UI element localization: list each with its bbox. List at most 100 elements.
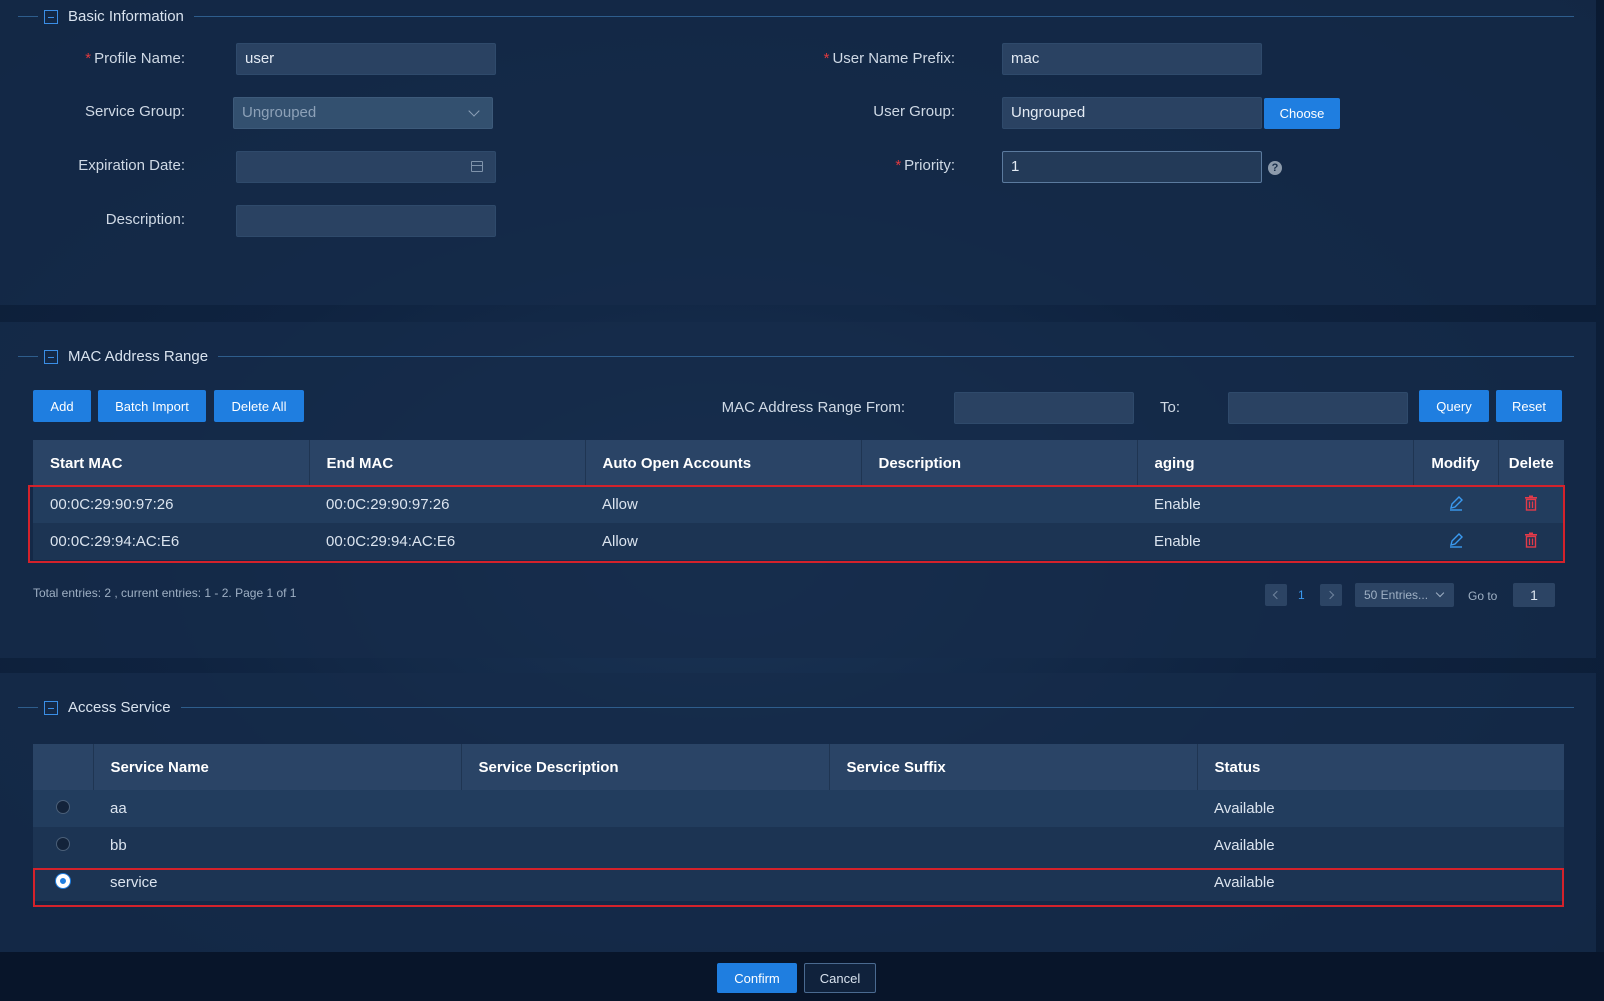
access-service-panel: Access Service Service Name Service Desc… <box>0 673 1596 952</box>
expiration-date-input[interactable] <box>236 151 496 183</box>
add-button[interactable]: Add <box>33 390 91 422</box>
goto-label: Go to <box>1468 589 1498 603</box>
basic-information-header: Basic Information <box>18 8 1574 25</box>
profile-name-input[interactable]: user <box>236 43 496 75</box>
collapse-icon[interactable] <box>44 349 58 364</box>
chevron-down-icon <box>1435 588 1445 598</box>
help-icon[interactable]: ? <box>1268 161 1282 175</box>
modify-cell <box>1413 486 1498 523</box>
section-title: Basic Information <box>68 8 184 25</box>
access-service-header: Access Service <box>18 699 1574 716</box>
col-select <box>33 744 94 790</box>
description-cell <box>861 523 1137 560</box>
service-description-cell <box>461 790 829 827</box>
col-service-suffix: Service Suffix <box>829 744 1198 790</box>
service-suffix-cell <box>829 827 1197 864</box>
goto-page-input[interactable]: 1 <box>1513 583 1555 607</box>
select-cell <box>33 827 93 864</box>
table-row: 00:0C:29:90:97:26 00:0C:29:90:97:26 Allo… <box>33 486 1564 523</box>
select-cell <box>33 864 93 901</box>
select-cell <box>33 790 93 827</box>
calendar-icon[interactable] <box>471 161 483 172</box>
mac-address-range-panel: MAC Address Range Add Batch Import Delet… <box>0 322 1596 658</box>
service-suffix-cell <box>829 790 1197 827</box>
cancel-button[interactable]: Cancel <box>804 963 876 993</box>
delete-all-button[interactable]: Delete All <box>214 390 304 422</box>
description-label: Description: <box>105 211 185 228</box>
edit-icon[interactable] <box>1448 495 1464 511</box>
end-mac-cell: 00:0C:29:94:AC:E6 <box>309 523 585 560</box>
batch-import-button[interactable]: Batch Import <box>98 390 206 422</box>
next-page-button[interactable] <box>1320 584 1342 606</box>
reset-button[interactable]: Reset <box>1496 390 1562 422</box>
mac-range-header: MAC Address Range <box>18 348 1574 365</box>
description-cell <box>861 486 1137 523</box>
table-row[interactable]: bb Available <box>33 827 1564 864</box>
range-to-input[interactable] <box>1228 392 1408 424</box>
confirm-button[interactable]: Confirm <box>717 963 797 993</box>
collapse-icon[interactable] <box>44 700 58 715</box>
delete-cell <box>1498 523 1564 560</box>
description-input[interactable] <box>236 205 496 237</box>
trash-icon[interactable] <box>1524 495 1538 511</box>
col-end-mac: End MAC <box>309 440 586 486</box>
collapse-icon[interactable] <box>44 9 58 24</box>
start-mac-cell: 00:0C:29:90:97:26 <box>33 486 309 523</box>
service-description-cell <box>461 827 829 864</box>
col-modify: Modify <box>1413 440 1499 486</box>
status-cell: Available <box>1197 827 1564 864</box>
end-mac-cell: 00:0C:29:90:97:26 <box>309 486 585 523</box>
page-number[interactable]: 1 <box>1298 588 1305 602</box>
user-group-input: Ungrouped <box>1002 97 1262 129</box>
expiration-date-label: Expiration Date: <box>78 157 185 174</box>
user-name-prefix-input[interactable]: mac <box>1002 43 1262 75</box>
start-mac-cell: 00:0C:29:94:AC:E6 <box>33 523 309 560</box>
col-status: Status <box>1197 744 1564 790</box>
range-from-label: MAC Address Range From: <box>721 399 905 416</box>
section-title: MAC Address Range <box>68 348 209 365</box>
edit-icon[interactable] <box>1448 532 1464 548</box>
radio-button[interactable] <box>56 799 70 814</box>
table-row: 00:0C:29:94:AC:E6 00:0C:29:94:AC:E6 Allo… <box>33 523 1564 560</box>
access-service-table: Service Name Service Description Service… <box>33 744 1564 901</box>
radio-button-selected[interactable] <box>56 873 70 888</box>
col-description: Description <box>861 440 1138 486</box>
radio-button[interactable] <box>56 836 70 851</box>
priority-input[interactable]: 1 <box>1002 151 1262 183</box>
footer-bar <box>0 952 1604 1001</box>
mac-range-table: Start MAC End MAC Auto Open Accounts Des… <box>33 440 1564 560</box>
user-group-label: User Group: <box>873 103 955 120</box>
col-service-name: Service Name <box>93 744 462 790</box>
choose-button[interactable]: Choose <box>1264 98 1340 129</box>
delete-cell <box>1498 486 1564 523</box>
page-size-select[interactable]: 50 Entries... <box>1355 583 1454 607</box>
service-name-cell: aa <box>93 790 461 827</box>
basic-information-panel: Basic Information * Profile Name: user * U… <box>0 0 1596 305</box>
col-start-mac: Start MAC <box>33 440 310 486</box>
col-aging: aging <box>1137 440 1414 486</box>
aging-cell: Enable <box>1137 486 1413 523</box>
table-row[interactable]: service Available <box>33 864 1564 901</box>
table-row[interactable]: aa Available <box>33 790 1564 827</box>
auto-open-cell: Allow <box>585 523 861 560</box>
profile-name-label: * Profile Name: <box>85 50 185 67</box>
service-group-select[interactable]: Ungrouped <box>233 97 493 129</box>
pagination-summary: Total entries: 2 , current entries: 1 - … <box>33 586 297 600</box>
user-name-prefix-label: * User Name Prefix: <box>823 50 955 67</box>
auto-open-cell: Allow <box>585 486 861 523</box>
query-button[interactable]: Query <box>1419 390 1489 422</box>
section-title: Access Service <box>68 699 171 716</box>
chevron-down-icon <box>468 105 480 117</box>
service-group-label: Service Group: <box>84 103 185 120</box>
service-description-cell <box>461 864 829 901</box>
service-name-cell: bb <box>93 827 461 864</box>
col-service-description: Service Description <box>461 744 830 790</box>
service-name-cell: service <box>93 864 461 901</box>
status-cell: Available <box>1197 864 1564 901</box>
modify-cell <box>1413 523 1498 560</box>
trash-icon[interactable] <box>1524 532 1538 548</box>
aging-cell: Enable <box>1137 523 1413 560</box>
col-delete: Delete <box>1498 440 1564 486</box>
priority-label: * Priority: <box>895 157 955 174</box>
previous-page-button[interactable] <box>1265 584 1287 606</box>
